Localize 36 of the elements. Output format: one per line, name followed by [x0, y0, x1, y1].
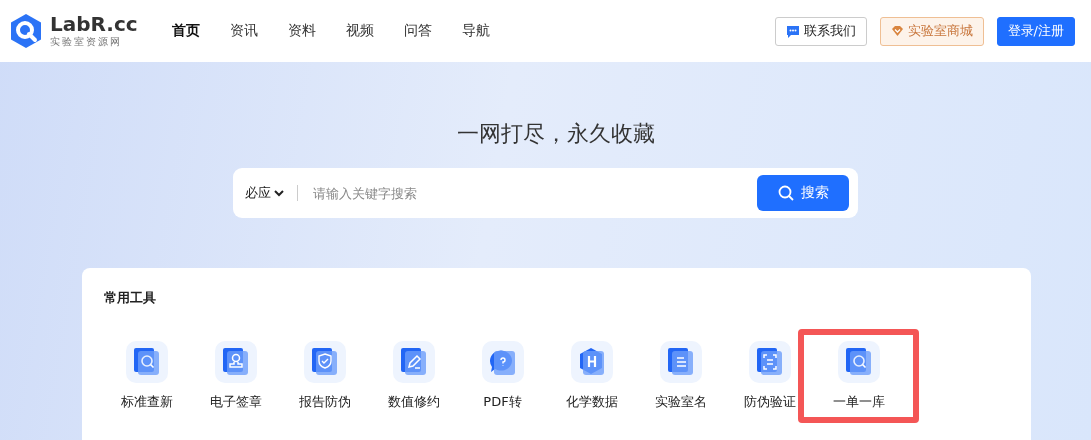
- section-title: 常用工具: [104, 289, 157, 307]
- hero-title: 一网打尽，永久收藏: [455, 120, 655, 148]
- chat-icon: [785, 24, 800, 38]
- logo-tagline: 实验室资源网: [50, 35, 123, 49]
- tool-item[interactable]: 电子签章: [191, 329, 280, 423]
- logo-icon: [8, 13, 44, 49]
- tool-item[interactable]: 标准查新: [102, 329, 191, 423]
- tool-icon: [214, 341, 257, 383]
- nav-link[interactable]: 资料: [288, 22, 346, 40]
- nav-link[interactable]: 资讯: [230, 22, 288, 40]
- nav-link[interactable]: 问答: [404, 22, 462, 40]
- tool-item[interactable]: 化学数据: [547, 329, 636, 423]
- tool-item[interactable]: PDF转: [458, 329, 547, 423]
- search-engine-dropdown[interactable]: 必应: [245, 184, 284, 202]
- contact-button[interactable]: 联系我们: [774, 16, 867, 46]
- tool-icon: [481, 341, 524, 383]
- nav-link[interactable]: 首页: [172, 22, 230, 40]
- search-icon: [777, 185, 794, 201]
- tool-item[interactable]: 实验室名: [636, 329, 725, 423]
- login-button[interactable]: 登录/注册: [996, 16, 1075, 46]
- tool-item[interactable]: 一单一库: [798, 329, 919, 423]
- tool-icon: [392, 341, 435, 383]
- tool-icon: [659, 341, 702, 383]
- nav-link[interactable]: 导航: [462, 22, 520, 40]
- tool-icon: [125, 341, 168, 383]
- tool-icon: [570, 341, 613, 383]
- tool-icon: [748, 341, 791, 383]
- nav-link[interactable]: 视频: [346, 22, 404, 40]
- chevron-down-icon: [274, 189, 284, 197]
- tool-icon: [303, 341, 346, 383]
- tool-item[interactable]: 报告防伪: [280, 329, 369, 423]
- tool-item[interactable]: 数值修约: [369, 329, 458, 423]
- search-button[interactable]: 搜索: [757, 175, 849, 211]
- tool-icon: [837, 341, 880, 383]
- logo-text: LabR.cc: [50, 13, 138, 35]
- diamond-icon: [890, 25, 904, 37]
